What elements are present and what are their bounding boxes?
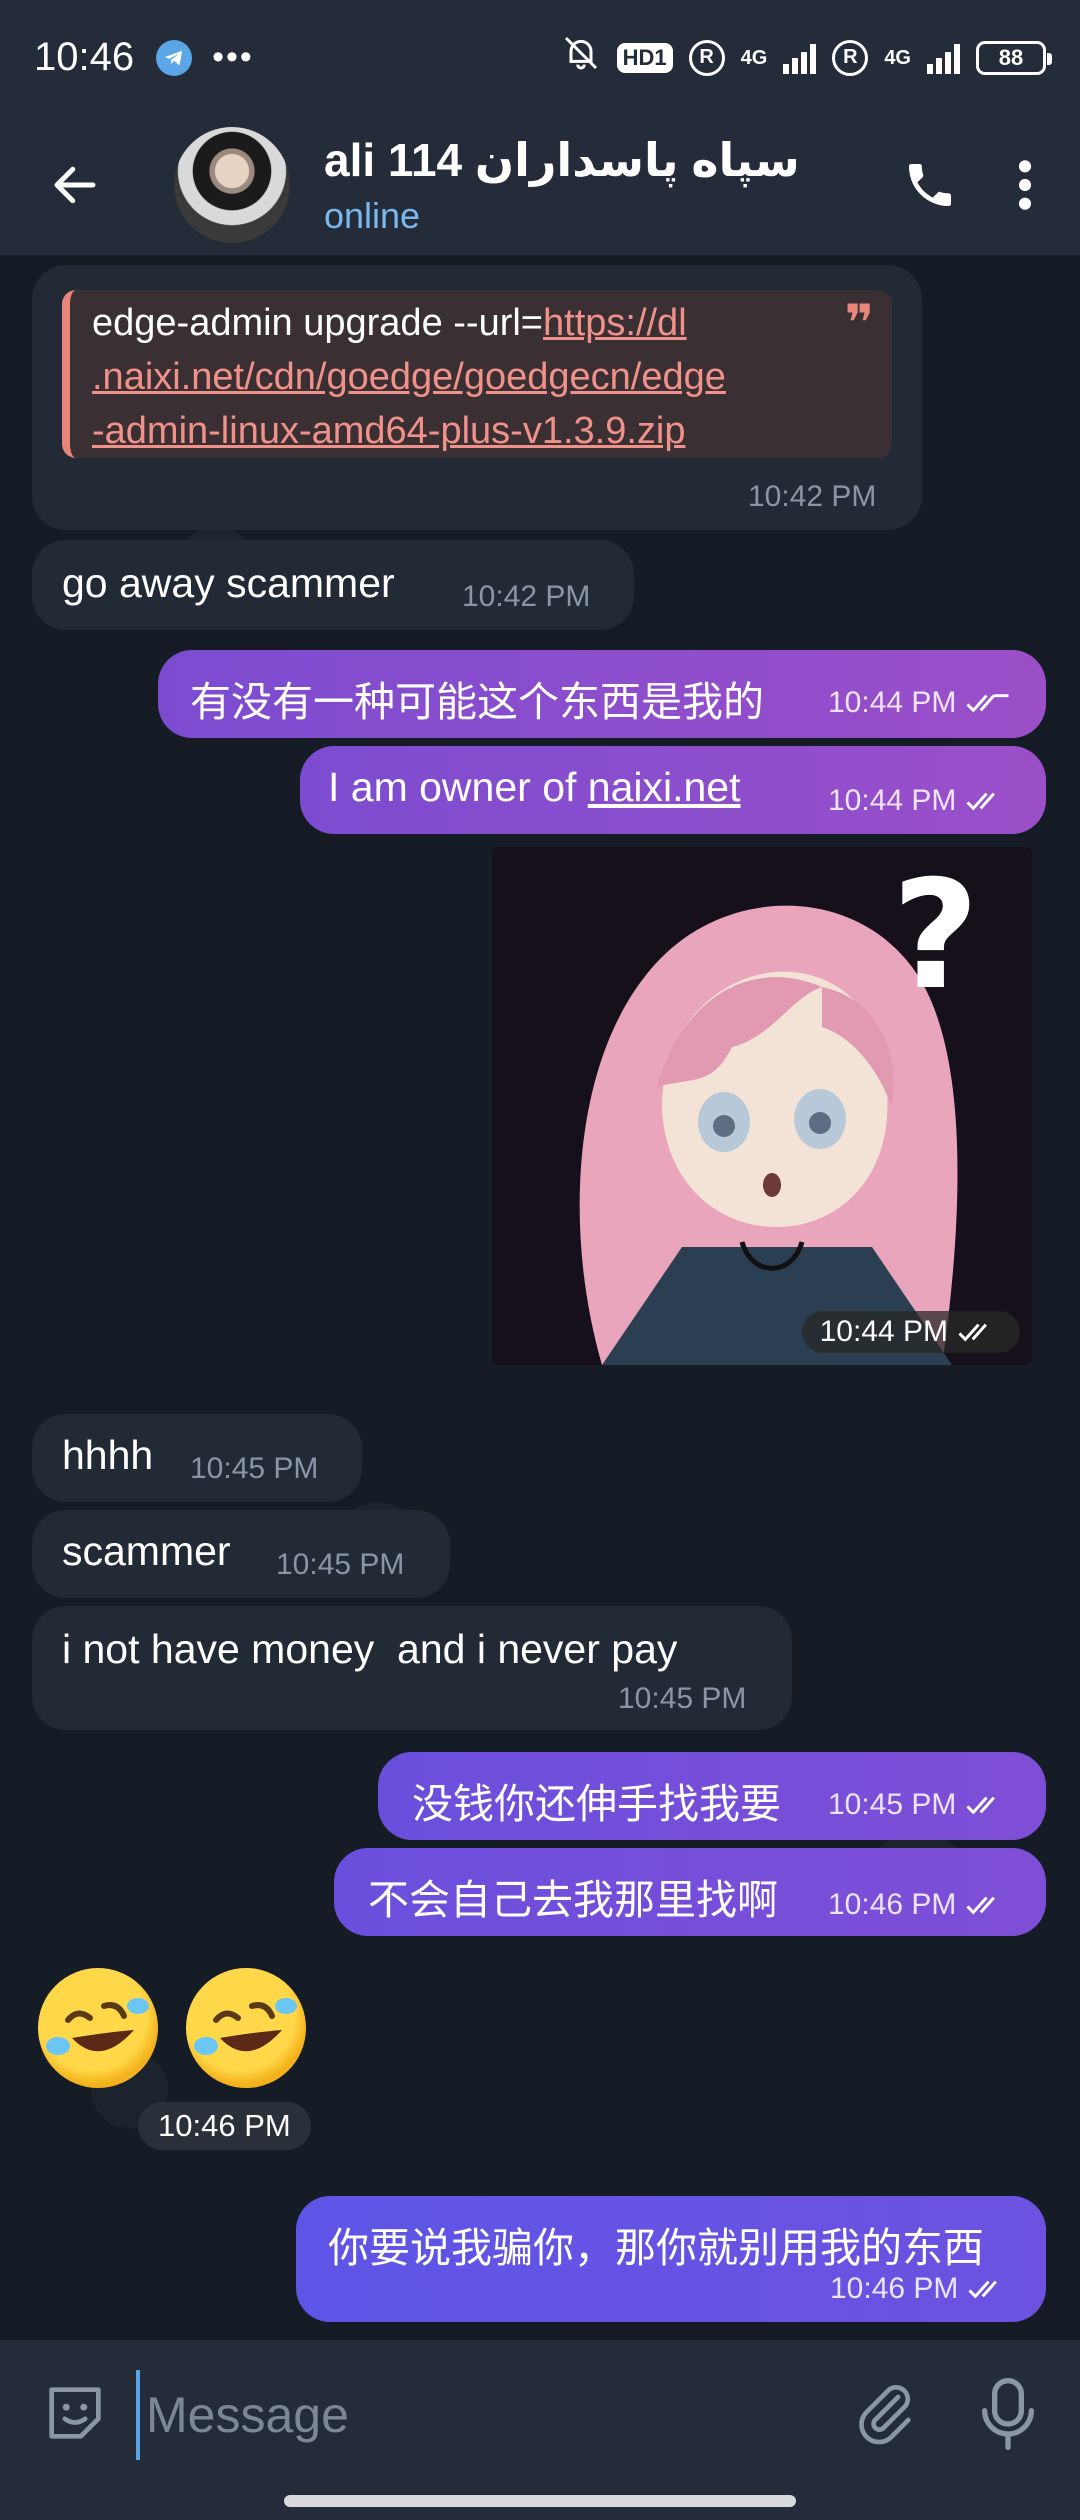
more-options-button[interactable]	[970, 145, 1080, 225]
chat-status: online	[324, 195, 421, 236]
message-meta: 10:46 PM	[830, 2272, 1012, 2306]
message-bubble-incoming[interactable]: scammer 10:45 PM	[32, 1510, 450, 1598]
message-time: 10:45 PM	[828, 1788, 957, 1821]
message-time: 10:46 PM	[138, 2102, 311, 2150]
kebab-menu-icon	[1018, 160, 1032, 210]
quote-icon: ❞	[844, 295, 874, 351]
double-check-icon	[966, 1896, 996, 1915]
message-bubble-incoming[interactable]: i not have money and i never pay 10:45 P…	[32, 1606, 792, 1730]
message-bubble-outgoing[interactable]: 你要说我骗你，那你就别用我的东西 10:46 PM	[296, 2196, 1046, 2322]
message-link[interactable]: naixi.net	[588, 764, 741, 810]
paperclip-icon	[859, 2385, 911, 2445]
message-time: 10:42 PM	[462, 580, 591, 613]
message-bubble-incoming[interactable]: go away scammer 10:42 PM	[32, 540, 634, 630]
sticker-time-badge: 10:44 PM	[801, 1311, 1020, 1353]
battery-icon: 88	[976, 40, 1052, 75]
message-input-bar	[0, 2340, 1080, 2520]
quote-line-1: edge-admin upgrade --url=https://dl	[92, 296, 872, 350]
message-text: I am owner of naixi.net	[328, 764, 741, 811]
double-check-icon	[966, 1796, 996, 1815]
message-text: 不会自己去我那里找啊	[368, 1877, 778, 1923]
message-bubble-outgoing[interactable]: 没钱你还伸手找我要 10:45 PM	[378, 1752, 1046, 1840]
quote-link-part-1[interactable]: https://dl	[543, 302, 687, 344]
message-bubble-outgoing[interactable]: 有没有一种可能这个东西是我的 10:44 PM	[158, 650, 1046, 738]
message-time: 10:46 PM	[830, 2272, 959, 2305]
message-bubble-outgoing[interactable]: I am owner of naixi.net 10:44 PM	[300, 746, 1046, 834]
message-meta: 10:46 PM	[828, 1888, 1010, 1922]
message-meta: 10:44 PM	[828, 784, 1010, 818]
emoji-face	[194, 1998, 297, 2055]
message-text: 你要说我骗你，那你就别用我的东西	[328, 2225, 984, 2271]
quote-link-part-2[interactable]: .naixi.net/cdn/goedge/goedgecn/edge	[92, 350, 872, 404]
double-check-icon	[966, 792, 996, 811]
double-check-icon	[968, 2280, 998, 2299]
message-bubble-outgoing[interactable]: 不会自己去我那里找啊 10:46 PM	[334, 1848, 1046, 1936]
double-check-icon	[966, 694, 1009, 713]
attach-button[interactable]	[850, 2378, 920, 2448]
double-check-icon	[958, 1323, 987, 1342]
message-time: 10:45 PM	[276, 1548, 405, 1581]
message-input[interactable]	[136, 2370, 816, 2460]
registered-icon: R	[688, 39, 725, 76]
arrow-left-icon	[54, 166, 96, 204]
chat-title: ali 114 سپاه پاسداران	[324, 134, 800, 186]
message-text: hhhh	[62, 1432, 154, 1478]
hd-badge: HD1	[616, 42, 673, 73]
message-text: go away scammer	[62, 560, 395, 606]
microphone-button[interactable]	[978, 2374, 1038, 2454]
message-text: scammer	[62, 1528, 231, 1574]
chat-header: ali 114 سپاه پاسداران online	[0, 115, 1080, 255]
message-text: 没钱你还伸手找我要	[412, 1781, 781, 1827]
svg-text:?: ?	[892, 849, 979, 1023]
signal-icon-2	[927, 42, 960, 74]
muted-bell-icon	[561, 33, 601, 83]
message-meta: 10:44 PM	[828, 686, 1010, 720]
message-text-prefix: I am owner of	[328, 764, 588, 810]
message-text: i not have money and i never pay	[62, 1626, 678, 1672]
quote-link-part-3[interactable]: -admin-linux-amd64-plus-v1.3.9.zip	[92, 404, 872, 458]
emoji-button[interactable]	[40, 2378, 110, 2448]
message-time: 10:44 PM	[828, 784, 957, 817]
message-text: 有没有一种可能这个东西是我的	[190, 679, 764, 725]
sticker-smile-icon	[49, 2387, 101, 2439]
message-time: 10:44 PM	[819, 1315, 948, 1348]
avatar[interactable]	[174, 127, 290, 243]
telegram-notification-icon	[156, 39, 193, 76]
message-time: 10:44 PM	[828, 686, 957, 719]
network-type-2: 4G	[884, 46, 911, 69]
status-bar: 10:46 ••• HD1 R 4G R 4G 88	[0, 0, 1080, 115]
message-time: 10:46 PM	[828, 1888, 957, 1921]
emoji-face	[46, 1998, 149, 2055]
quote-prefix: edge-admin upgrade --url=	[92, 302, 543, 344]
signal-icon-1	[783, 42, 817, 74]
message-meta: 10:45 PM	[828, 1788, 1010, 1822]
chat-title-block[interactable]: ali 114 سپاه پاسداران online	[324, 133, 800, 237]
rolling-laughing-emoji-icon[interactable]	[186, 1968, 306, 2088]
microphone-icon	[982, 2378, 1034, 2450]
anime-girl-sticker-icon: ?	[492, 847, 1032, 1365]
network-type-1: 4G	[740, 46, 768, 69]
back-button[interactable]	[0, 115, 150, 255]
message-time: 10:45 PM	[618, 1682, 747, 1715]
status-time: 10:46	[34, 35, 135, 79]
home-indicator[interactable]	[284, 2495, 796, 2507]
rolling-laughing-emoji-icon[interactable]	[38, 1968, 158, 2088]
sticker-image[interactable]: ? 10:44 PM	[492, 847, 1032, 1365]
phone-icon	[909, 164, 951, 206]
message-time: 10:42 PM	[748, 480, 877, 513]
call-button[interactable]	[890, 145, 970, 225]
message-time: 10:45 PM	[190, 1452, 319, 1485]
quote-block[interactable]: edge-admin upgrade --url=https://dl .nai…	[62, 290, 892, 458]
message-bubble-incoming[interactable]: hhhh 10:45 PM	[32, 1414, 362, 1502]
registered-icon-2: R	[832, 39, 869, 76]
more-notifications-icon: •••	[212, 38, 254, 76]
